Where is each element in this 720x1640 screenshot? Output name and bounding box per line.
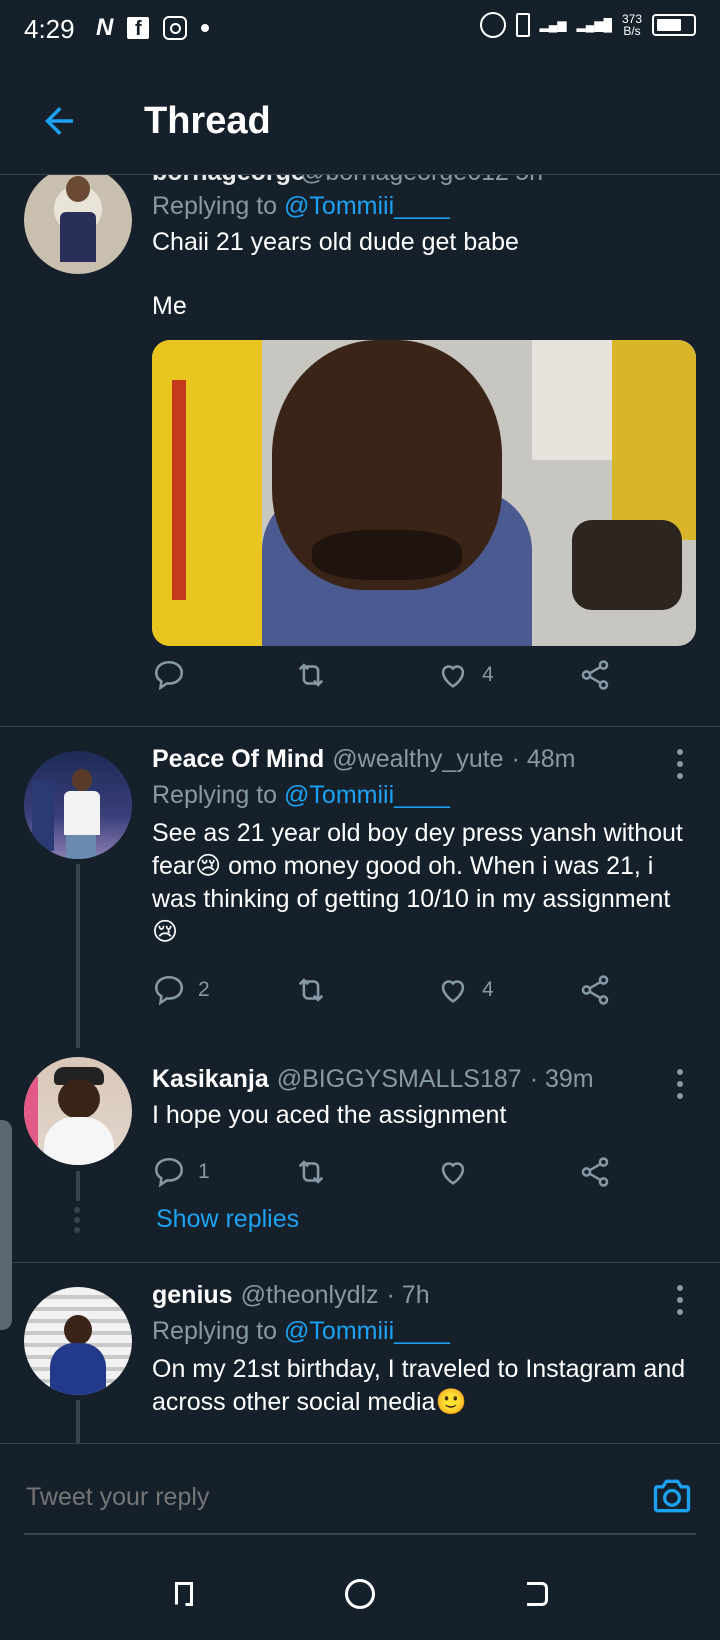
retweet-button[interactable] (294, 658, 328, 692)
reply-count: 2 (198, 978, 210, 1001)
replying-to: Replying to @Tommiii____ (152, 192, 450, 220)
signal-3g-icon: ▂▄▆ (539, 18, 567, 32)
home-icon[interactable] (342, 1576, 378, 1612)
tweet-author-handle: @wealthy_yute (332, 745, 504, 773)
reply-button[interactable]: 2 (152, 973, 210, 1007)
like-count: 4 (482, 978, 494, 1001)
tweet-text-line: I hope you aced the assignment (152, 1101, 507, 1129)
avatar[interactable] (24, 1057, 132, 1165)
more-options-icon[interactable] (676, 1285, 684, 1315)
netflix-icon: N (96, 14, 114, 41)
tweet-1[interactable]: bornageorge @bornageorge612 · 5h Replyin… (0, 158, 720, 726)
recent-apps-icon[interactable] (166, 1576, 202, 1612)
tweet-2[interactable]: Peace Of Mind @wealthy_yute · 48m Replyi… (0, 727, 720, 1048)
reply-icon (154, 660, 184, 691)
tweet-author-name[interactable]: Kasikanja (152, 1065, 269, 1094)
replying-to: Replying to @Tommiii____ (152, 1317, 450, 1345)
more-options-icon[interactable] (676, 1069, 684, 1099)
heart-icon (441, 1162, 465, 1185)
reply-count: 1 (198, 1160, 210, 1183)
status-bar: 4:29 N f ▂▄▆ ▂▄▆█ 373 B/s (0, 0, 720, 66)
avatar[interactable] (24, 751, 132, 859)
replying-to: Replying to @Tommiii____ (152, 781, 450, 809)
status-time: 4:29 (24, 14, 75, 44)
back-arrow-icon[interactable] (38, 100, 80, 142)
avatar[interactable] (24, 1287, 132, 1395)
tweet-media-image[interactable] (152, 340, 696, 646)
tweet-text-line: was thinking of getting 10/10 in my assi… (152, 885, 671, 913)
share-button[interactable] (578, 1155, 612, 1189)
more-options-icon[interactable] (676, 749, 684, 779)
reply-input-underline (24, 1533, 696, 1535)
tweet-timestamp: · 39m (529, 1065, 594, 1093)
tweet-3[interactable]: Kasikanja @BIGGYSMALLS187 · 39m I hope y… (0, 1047, 720, 1262)
vibrate-icon (515, 13, 530, 37)
mention-link[interactable]: @Tommiii____ (284, 1317, 450, 1345)
status-notification-icons: N f (96, 14, 210, 42)
tweet-text-line: Chaii 21 years old dude get babe (152, 228, 519, 256)
share-icon (581, 660, 609, 690)
tweet-text-line: Me (152, 292, 187, 320)
retweet-icon (298, 978, 324, 1002)
share-button[interactable] (578, 658, 612, 692)
retweet-icon (298, 663, 324, 687)
show-replies-link[interactable]: Show replies (156, 1205, 299, 1234)
like-button[interactable]: 4 (436, 658, 494, 692)
tweet-author-handle: @theonlydlz (240, 1281, 379, 1309)
reply-composer (0, 1443, 720, 1551)
like-button[interactable] (436, 1155, 470, 1189)
tweet-author-handle: @BIGGYSMALLS187 (276, 1065, 522, 1093)
retweet-icon (298, 1160, 324, 1184)
heart-icon (441, 980, 465, 1003)
share-icon (581, 975, 609, 1005)
mention-link[interactable]: @Tommiii____ (284, 192, 450, 220)
reply-input[interactable] (24, 1482, 588, 1513)
edge-panel-handle[interactable] (0, 1120, 12, 1330)
mention-link[interactable]: @Tommiii____ (284, 781, 450, 809)
status-system-icons: ▂▄▆ ▂▄▆█ 373 B/s (479, 12, 696, 38)
tweet-timestamp: · 48m (511, 745, 576, 773)
reply-icon (154, 1157, 184, 1188)
like-button[interactable]: 4 (436, 973, 494, 1007)
battery-icon (652, 14, 696, 36)
tweet-text-line: On my 21st birthday, I traveled to Insta… (152, 1355, 686, 1383)
reply-icon (154, 975, 184, 1006)
facebook-icon: f (127, 17, 150, 40)
network-speed: 373 B/s (621, 12, 642, 38)
reply-button[interactable] (152, 658, 198, 692)
notification-dot-icon (201, 24, 210, 32)
page-title: Thread (144, 100, 271, 142)
tweet-4[interactable]: genius @theonlydlz · 7h Replying to @Tom… (0, 1263, 720, 1443)
system-nav-bar (0, 1550, 720, 1640)
tweet-text-line: See as 21 year old boy dey press yansh w… (152, 819, 683, 847)
tweet-timestamp: · 7h (386, 1281, 430, 1309)
thread-dots (74, 1207, 80, 1233)
thread-line (76, 1400, 80, 1443)
thread-line (76, 864, 80, 1048)
avatar[interactable] (24, 166, 132, 274)
share-button[interactable] (578, 973, 612, 1007)
back-nav-icon[interactable] (518, 1576, 554, 1612)
alarm-icon (479, 12, 506, 38)
reply-button[interactable]: 1 (152, 1155, 210, 1189)
tweet-text-line: across other social media🙂 (152, 1388, 467, 1416)
retweet-button[interactable] (294, 1155, 328, 1189)
share-icon (581, 1157, 609, 1187)
thread-line (76, 1171, 80, 1201)
app-header: Thread (0, 66, 720, 175)
heart-icon (441, 665, 465, 688)
tweet-author-name[interactable]: genius (152, 1281, 233, 1310)
retweet-button[interactable] (294, 973, 328, 1007)
instagram-icon (163, 16, 188, 40)
tweet-text-line: fear😢 omo money good oh. When i was 21, … (152, 852, 654, 880)
signal-bars-icon: ▂▄▆█ (576, 18, 612, 32)
tweet-author-name[interactable]: Peace Of Mind (152, 745, 324, 774)
camera-icon[interactable] (650, 1474, 694, 1518)
tweet-text-line: 😢 (152, 918, 179, 946)
